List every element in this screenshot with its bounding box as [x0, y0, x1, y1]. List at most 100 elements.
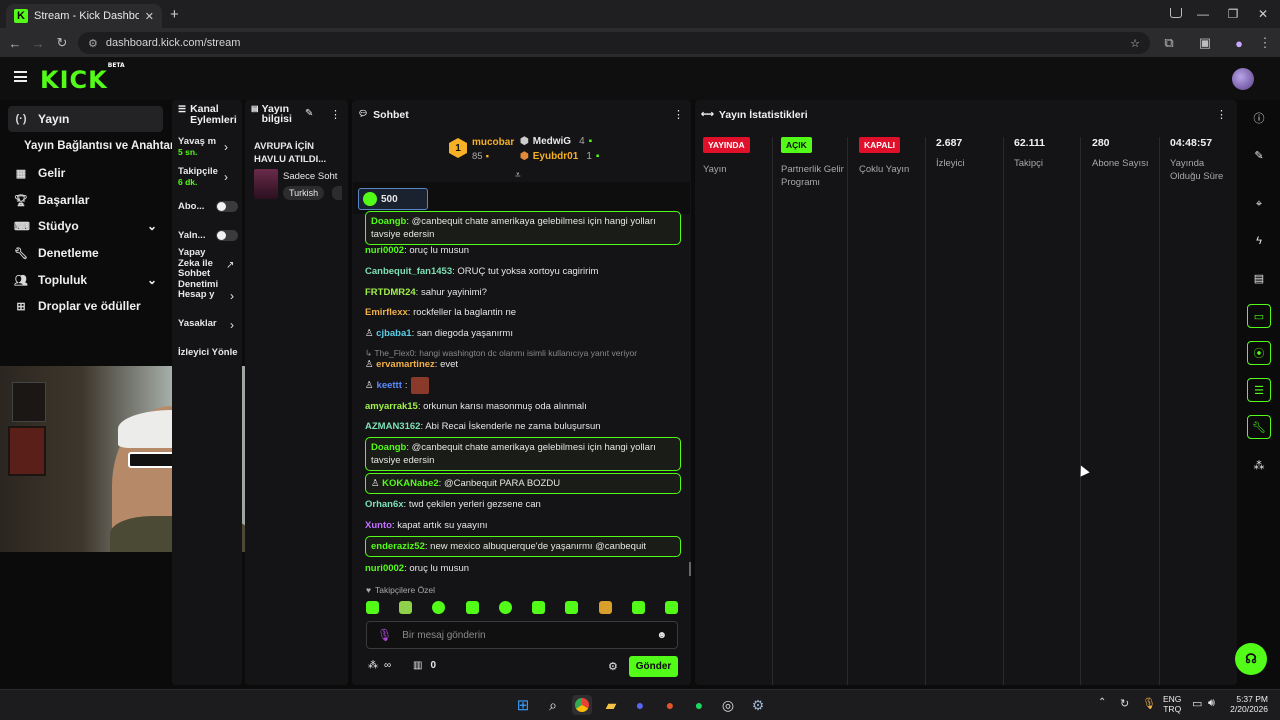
- leader-3[interactable]: ⬢ Eyubdr01 1 ▪: [520, 151, 599, 162]
- bookmark-star-icon[interactable]: ☆: [1130, 37, 1140, 50]
- user-avatar[interactable]: [1232, 68, 1254, 90]
- chat-settings-icon[interactable]: ⚙: [608, 660, 618, 673]
- subscribers-only-row[interactable]: Abo...: [178, 201, 238, 212]
- emote-only-row[interactable]: Yaln...: [178, 230, 238, 241]
- chat-message[interactable]: FRTDMR24: sahur yayinimi?: [365, 286, 681, 299]
- account-row[interactable]: Hesap y ›: [178, 289, 240, 303]
- clock[interactable]: 5:37 PM 2/20/2026: [1228, 694, 1268, 714]
- edit-icon[interactable]: ✎: [1247, 143, 1271, 167]
- slow-mode-row[interactable]: Yavaş m 5 sn. ›: [178, 136, 240, 157]
- bans-row[interactable]: Yasaklar ›: [178, 318, 240, 332]
- emote-icon[interactable]: [532, 601, 546, 614]
- leader-2[interactable]: ⬢ MedwiG 4 ▪: [520, 136, 592, 147]
- chat-message[interactable]: ♙ cjbaba1: san diegoda yaşanırmı: [365, 327, 681, 340]
- community-icon[interactable]: ⁂: [1247, 453, 1271, 477]
- edit-icon[interactable]: ✎: [305, 108, 313, 119]
- nav-item-gelir[interactable]: ▦ Gelir: [8, 160, 163, 186]
- followers-only-row[interactable]: Takipçile 6 dk. ›: [178, 166, 240, 187]
- lightning-icon[interactable]: ϟ: [1247, 229, 1271, 253]
- nav-item-studyo[interactable]: ⌨ Stüdyo ⌄: [8, 213, 163, 239]
- stats-more-icon[interactable]: ⋮: [1216, 108, 1227, 121]
- chat-message[interactable]: Canbequit_fan1453: ORUÇ tut yoksa xortoy…: [365, 265, 681, 278]
- chat-message[interactable]: nuri0002: oruç lu musun: [365, 244, 681, 257]
- tab-search-icon[interactable]: [1170, 8, 1182, 18]
- nav-item-denetleme[interactable]: 🔧︎ Denetleme: [8, 240, 163, 266]
- new-tab-button[interactable]: +: [170, 6, 179, 23]
- file-explorer-icon[interactable]: ▰: [601, 695, 621, 715]
- emote-icon[interactable]: [432, 601, 446, 614]
- site-info-icon[interactable]: ⚙: [88, 37, 98, 50]
- infinity-icon[interactable]: ∞: [384, 660, 391, 671]
- leader-1-name[interactable]: mucobar: [472, 137, 514, 148]
- layout-toggle-icon[interactable]: ☰: [1247, 378, 1271, 402]
- nav-item-basarilar[interactable]: 🏆︎ Başarılar: [8, 187, 163, 213]
- pinned-goal[interactable]: 500: [358, 188, 428, 210]
- forward-icon[interactable]: →: [27, 32, 49, 54]
- network-icon[interactable]: ▭: [1192, 697, 1202, 710]
- chat-message[interactable]: AZMAN3162: Abi Recai İskenderle ne zama …: [365, 420, 681, 433]
- chat-message[interactable]: ♙ KOKANabe2: @Canbequit PARA BOZDU: [365, 473, 681, 494]
- ai-moderation-row[interactable]: Yapay Zeka ile Sohbet Denetimi: [178, 247, 222, 289]
- app-icon[interactable]: ●: [660, 695, 680, 715]
- chrome-icon[interactable]: [572, 695, 592, 715]
- steam-icon[interactable]: ◎: [718, 695, 738, 715]
- emote-icon[interactable]: [598, 601, 612, 614]
- microphone-icon[interactable]: 🎙︎: [377, 628, 392, 642]
- emoji-icon[interactable]: ☻: [656, 630, 667, 641]
- minimize-icon[interactable]: —: [1193, 4, 1213, 24]
- browser-tab[interactable]: K Stream - Kick Dashboard ✕: [6, 4, 162, 28]
- chat-more-icon[interactable]: ⋮: [673, 108, 684, 121]
- chat-message[interactable]: ♙ keettt:: [365, 377, 681, 394]
- side-panel-icon[interactable]: ▣: [1194, 32, 1216, 54]
- emote-icon[interactable]: [366, 601, 379, 614]
- chat-message[interactable]: Doangb: @canbequit chate amerikaya geleb…: [365, 211, 681, 245]
- emote-icon[interactable]: [631, 601, 645, 614]
- support-headset-icon[interactable]: ☊: [1235, 643, 1267, 675]
- chat-message[interactable]: ♙ ervamartinez: evet: [365, 358, 681, 371]
- chat-scrollbar[interactable]: [689, 562, 691, 576]
- emote-icon[interactable]: [498, 601, 512, 614]
- chat-message[interactable]: Xunto: kapat artık su yaayını: [365, 519, 681, 532]
- send-button[interactable]: Gönder: [629, 656, 678, 677]
- chat-message[interactable]: Orhan6x: twd çekilen yerleri gezsene can: [365, 498, 681, 511]
- chat-message[interactable]: nuri0002: oruç lu musun: [365, 562, 681, 575]
- back-icon[interactable]: ←: [4, 32, 26, 54]
- nav-item-droplar[interactable]: ⊞ Droplar ve ödüller: [8, 293, 163, 319]
- close-window-icon[interactable]: ✕: [1253, 4, 1273, 24]
- chat-message[interactable]: enderaziz52: new mexico albuquerque'de y…: [365, 536, 681, 557]
- category-name[interactable]: Sadece Soht: [283, 171, 345, 182]
- tools-toggle-icon[interactable]: 🔧︎: [1247, 415, 1271, 439]
- emote-icon[interactable]: [565, 601, 579, 614]
- discord-icon[interactable]: ●: [630, 695, 650, 715]
- nav-item-stream-key[interactable]: Yayın Bağlantısı ve Anahtarı: [7, 133, 178, 159]
- chat-message[interactable]: Emirflexx: rockfeller la baglantin ne: [365, 306, 681, 319]
- external-link-icon[interactable]: ↗: [226, 260, 234, 271]
- spotify-icon[interactable]: ●: [689, 695, 709, 715]
- emote-icon[interactable]: [399, 601, 413, 614]
- settings-app-icon[interactable]: ⚙: [748, 695, 768, 715]
- browser-menu-icon[interactable]: ⋮: [1254, 32, 1276, 54]
- extensions-icon[interactable]: ⧉: [1158, 32, 1180, 54]
- language-indicator[interactable]: ENG TRQ: [1163, 694, 1181, 714]
- subscribers-only-toggle[interactable]: [216, 201, 238, 212]
- hamburger-menu-icon[interactable]: [14, 71, 27, 82]
- category-thumbnail[interactable]: [254, 169, 278, 199]
- viewer-directions-row[interactable]: İzleyici Yönle: [178, 344, 242, 358]
- reload-icon[interactable]: ↻: [51, 32, 73, 54]
- info-icon[interactable]: ⓘ: [1247, 106, 1271, 130]
- emote-only-toggle[interactable]: [216, 230, 238, 241]
- tray-app-icon[interactable]: ↻: [1120, 697, 1129, 710]
- maximize-icon[interactable]: ❐: [1223, 4, 1243, 24]
- kick-logo[interactable]: KICKBETA: [40, 62, 125, 94]
- more-icon[interactable]: ⋮: [330, 108, 341, 121]
- profile-icon[interactable]: ●: [1228, 32, 1250, 54]
- chat-input[interactable]: 🎙︎ Bir mesaj gönderin ☻: [366, 621, 678, 649]
- address-bar[interactable]: ⚙ dashboard.kick.com/stream ☆: [78, 32, 1150, 54]
- broadcast-toggle-icon[interactable]: ⦿: [1247, 341, 1271, 365]
- windows-start-icon[interactable]: ⊞: [513, 695, 533, 715]
- nav-item-topluluk[interactable]: 👥︎ Topluluk ⌄: [8, 267, 163, 293]
- chat-message[interactable]: Doangb: @canbequit chate amerikaya geleb…: [365, 437, 681, 471]
- tray-chevron-icon[interactable]: ⌃: [1098, 697, 1106, 708]
- clipboard-icon[interactable]: ▤: [1247, 266, 1271, 290]
- chat-message[interactable]: amyarrak15: orkunun karısı masonmuş oda …: [365, 400, 681, 413]
